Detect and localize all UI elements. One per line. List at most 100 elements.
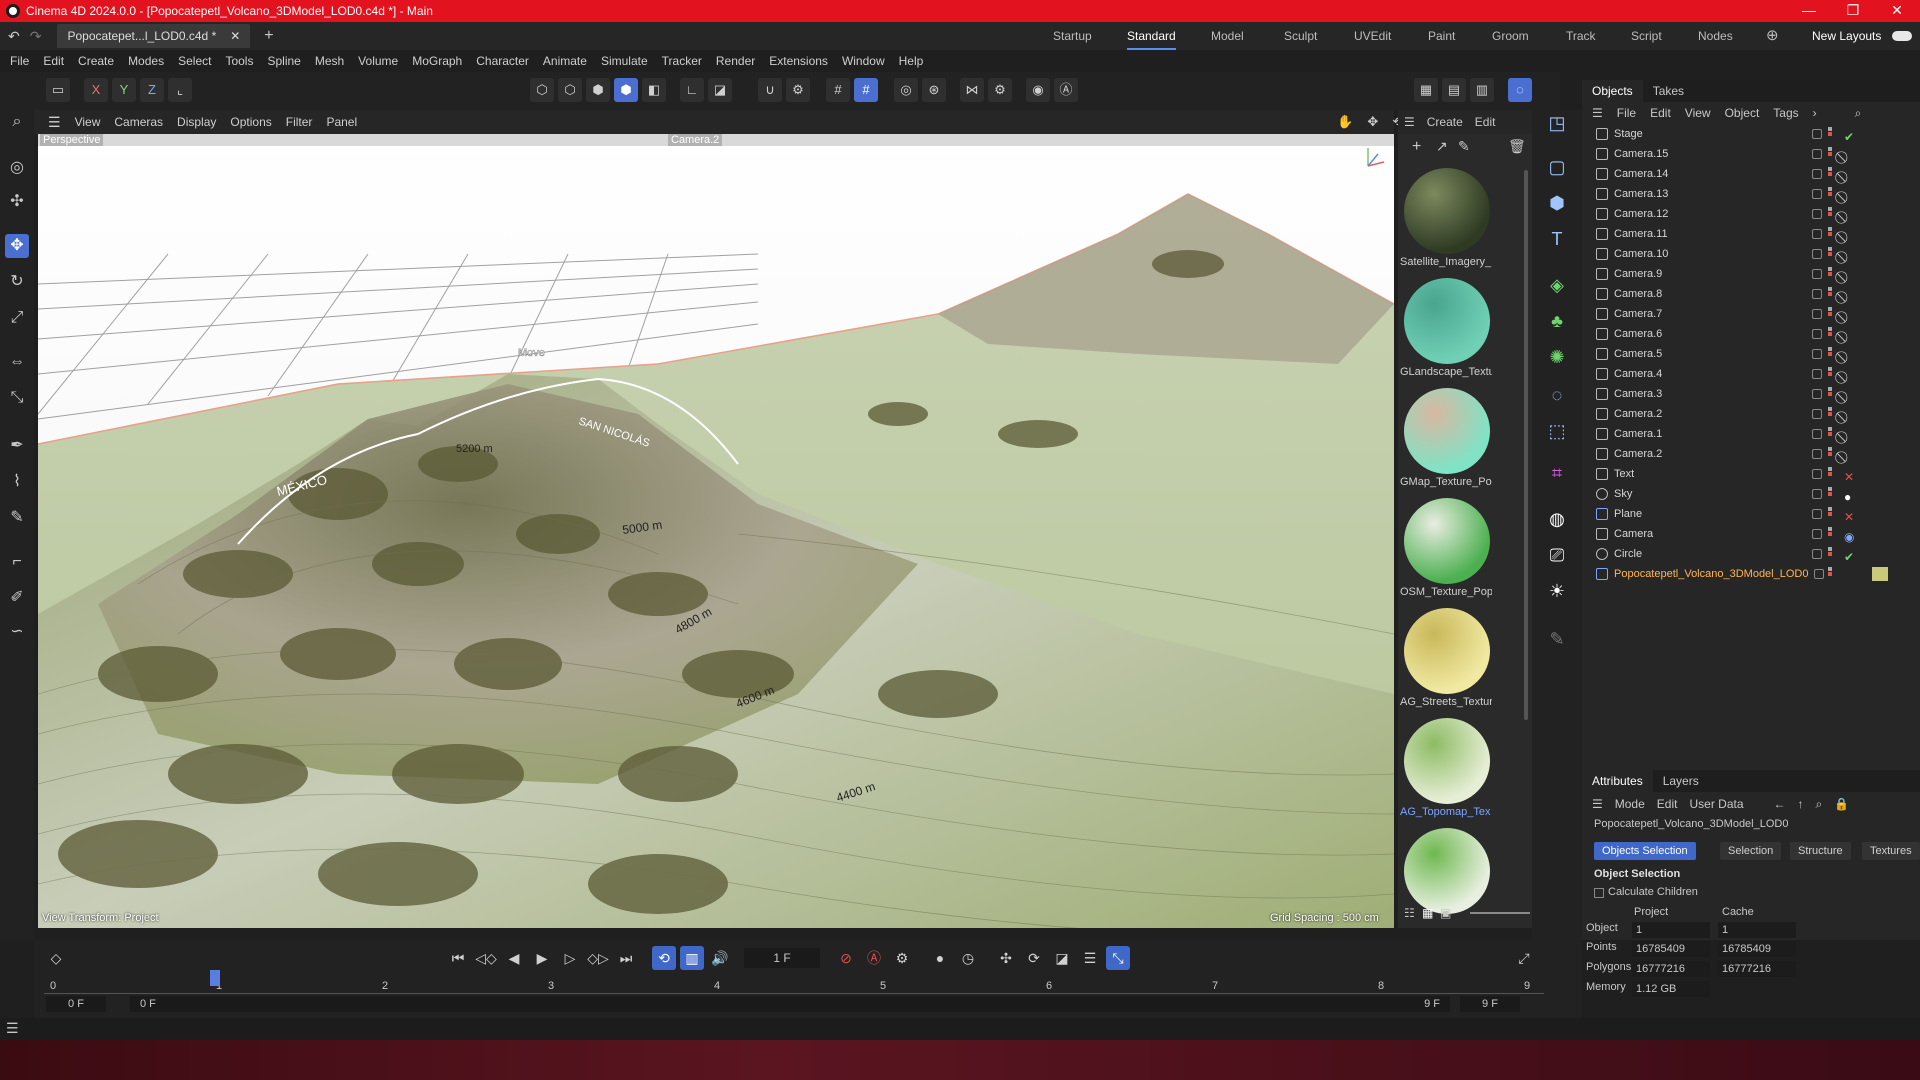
redo-icon[interactable]: ↷ xyxy=(30,28,42,45)
object-row-camera[interactable]: Camera.9⃠ xyxy=(1582,264,1920,284)
viewport-projection-label[interactable]: Perspective xyxy=(40,134,104,146)
key-settings-icon[interactable]: ⚙ xyxy=(890,946,914,970)
attributes-menu-mode[interactable]: Mode xyxy=(1615,797,1645,811)
camera-icon[interactable]: ⎚ xyxy=(1544,542,1570,568)
autokey-icon[interactable]: Ⓐ xyxy=(862,946,886,970)
undo-icon[interactable]: ↶ xyxy=(8,28,20,45)
terrain-render[interactable]: Move 5200 m SAN NICOLÁS MÉXICO 5000 m 48… xyxy=(38,134,1394,928)
quantize-icon[interactable]: # xyxy=(854,78,878,102)
soft-selection-icon[interactable]: ◎ xyxy=(894,78,918,102)
material-item[interactable]: Satellite_Imagery_ xyxy=(1400,164,1491,274)
material-item[interactable]: OSM_Texture_Pop xyxy=(1400,494,1492,604)
object-menu-edit[interactable]: Edit xyxy=(1650,106,1671,120)
material-item[interactable]: AG_Streets_Textur xyxy=(1400,604,1492,714)
points-mode-icon[interactable]: ⬡ xyxy=(530,78,554,102)
current-frame-field[interactable]: 1 F xyxy=(744,948,820,968)
motion-system-icon[interactable]: ☰ xyxy=(1078,946,1102,970)
new-layouts-toggle[interactable] xyxy=(1892,31,1912,41)
render-to-picture-viewer-icon[interactable]: ▤ xyxy=(1442,78,1466,102)
go-to-end-icon[interactable]: ⏭ xyxy=(614,946,638,970)
tab-attributes[interactable]: Attributes xyxy=(1582,770,1653,792)
material-menu-icon[interactable]: ☰ xyxy=(1404,115,1415,129)
redshift-render-icon[interactable]: ◌ xyxy=(1508,78,1532,102)
object-row-camera[interactable]: Camera.2⃠ xyxy=(1582,404,1920,424)
tab-objects[interactable]: Objects xyxy=(1582,80,1643,102)
layout-tab-uvedit[interactable]: UVEdit xyxy=(1354,22,1391,50)
brush-icon[interactable]: ⌐ xyxy=(5,550,29,574)
object-row-camera[interactable]: Camera.12⃠ xyxy=(1582,204,1920,224)
transform-tool-icon[interactable]: ⤡ xyxy=(5,386,29,410)
menu-spline[interactable]: Spline xyxy=(267,54,300,68)
close-tab-icon[interactable]: ✕ xyxy=(230,24,240,48)
object-menu-object[interactable]: Object xyxy=(1725,106,1760,120)
object-row-volcano-model[interactable]: Popocatepetl_Volcano_3DModel_LOD0 xyxy=(1582,564,1920,584)
menu-animate[interactable]: Animate xyxy=(543,54,587,68)
material-item-selected[interactable]: AG_Topomap_Tex xyxy=(1400,714,1491,824)
menu-tracker[interactable]: Tracker xyxy=(662,54,702,68)
layout-tab-paint[interactable]: Paint xyxy=(1428,22,1455,50)
object-row-camera[interactable]: Camera.5⃠ xyxy=(1582,344,1920,364)
3d-viewport[interactable]: Move 5200 m SAN NICOLÁS MÉXICO 5000 m 48… xyxy=(38,134,1394,928)
object-row-camera[interactable]: Camera.10⃠ xyxy=(1582,244,1920,264)
tab-layers[interactable]: Layers xyxy=(1653,770,1709,792)
menu-volume[interactable]: Volume xyxy=(358,54,398,68)
viewport-camera-label[interactable]: Camera.2 xyxy=(668,134,723,146)
tab-takes[interactable]: Takes xyxy=(1643,80,1694,102)
material-menu-create[interactable]: Create xyxy=(1427,115,1463,129)
add-tab-icon[interactable]: + xyxy=(264,27,273,45)
object-row-camera[interactable]: Camera.3⃠ xyxy=(1582,384,1920,404)
material-menu-edit[interactable]: Edit xyxy=(1475,115,1496,129)
object-row-camera[interactable]: Camera.6⃠ xyxy=(1582,324,1920,344)
material-item[interactable]: GLandscape_Textu xyxy=(1400,274,1492,384)
menu-tools[interactable]: Tools xyxy=(225,54,253,68)
viewport-menu-options[interactable]: Options xyxy=(230,115,271,129)
lock-icon[interactable]: 🔒 xyxy=(1834,797,1849,811)
render-settings-icon[interactable]: ▥ xyxy=(1470,78,1494,102)
edges-mode-icon[interactable]: ⬡ xyxy=(558,78,582,102)
material-size-slider[interactable] xyxy=(1470,912,1530,914)
field-icon[interactable]: ⬚ xyxy=(1544,418,1570,444)
layout-tab-startup[interactable]: Startup xyxy=(1053,22,1092,50)
keyframe-mode-icon[interactable]: ◇ xyxy=(44,946,68,970)
attributes-menu-icon[interactable]: ☰ xyxy=(1592,797,1603,811)
key-param-icon[interactable]: ⟳ xyxy=(1022,946,1046,970)
camera-object-icon[interactable]: ◳ xyxy=(1544,110,1570,136)
object-row-camera[interactable]: Camera.11⃠ xyxy=(1582,224,1920,244)
spline-pen-icon[interactable]: ✒ xyxy=(5,434,29,458)
preview-range-bar[interactable]: 0 F 9 F xyxy=(130,996,1450,1012)
object-row-camera[interactable]: Camera.7⃠ xyxy=(1582,304,1920,324)
layout-tab-groom[interactable]: Groom xyxy=(1492,22,1529,50)
sound-icon[interactable]: 🔊 xyxy=(708,946,732,970)
axis-mode-icon[interactable]: ∟ xyxy=(680,78,704,102)
grid-view-icon[interactable]: ▦ xyxy=(1422,906,1433,920)
maximize-button[interactable]: ❐ xyxy=(1830,0,1876,22)
play-icon[interactable]: ▶ xyxy=(530,946,554,970)
auto-solo-icon[interactable]: Ⓐ xyxy=(1054,78,1078,102)
list-view-icon[interactable]: ☷ xyxy=(1404,906,1415,920)
cube-primitive-icon[interactable]: ⬢ xyxy=(1544,190,1570,216)
end-frame-field[interactable]: 9 F xyxy=(1460,996,1520,1012)
menu-select[interactable]: Select xyxy=(178,54,211,68)
next-frame-icon[interactable]: ▷ xyxy=(558,946,582,970)
viewport-menu-view[interactable]: View xyxy=(75,115,101,129)
layout-tab-standard[interactable]: Standard xyxy=(1127,22,1176,50)
light-icon[interactable]: ☀ xyxy=(1544,578,1570,604)
symmetry-icon[interactable]: ⋈ xyxy=(960,78,984,102)
axis-z-lock[interactable]: Z xyxy=(140,78,164,102)
material-item[interactable]: GMap_Texture_Po xyxy=(1400,384,1492,494)
attributes-menu-user-data[interactable]: User Data xyxy=(1689,797,1743,811)
object-menu-icon[interactable]: ☰ xyxy=(1592,106,1603,120)
menu-help[interactable]: Help xyxy=(899,54,924,68)
fcurve-icon[interactable]: ⤡ xyxy=(1106,946,1130,970)
preview-range-icon[interactable]: ▥ xyxy=(680,946,704,970)
record-keys-icon[interactable]: ⊘ xyxy=(834,946,858,970)
eyedropper-icon[interactable]: ✎ xyxy=(1458,138,1470,155)
object-menu-view[interactable]: View xyxy=(1685,106,1711,120)
snap-icon[interactable]: ∪ xyxy=(758,78,782,102)
object-row-camera[interactable]: Camera.14⃠ xyxy=(1582,164,1920,184)
close-button[interactable]: ✕ xyxy=(1874,0,1920,22)
magnet-icon[interactable]: ∽ xyxy=(5,620,29,644)
menu-mesh[interactable]: Mesh xyxy=(315,54,344,68)
object-search-icon[interactable]: ⌕ xyxy=(1855,106,1862,121)
render-view-icon[interactable]: ▦ xyxy=(1414,78,1438,102)
